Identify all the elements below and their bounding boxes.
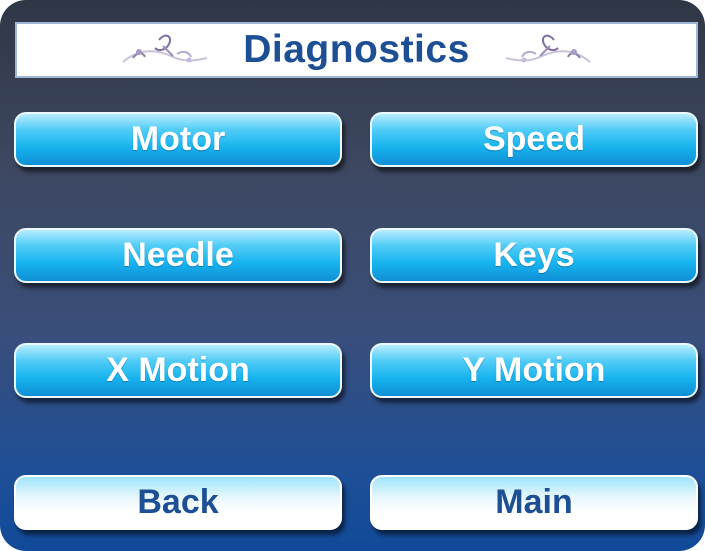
main-button[interactable]: Main	[370, 475, 698, 530]
y-motion-button-label: Y Motion	[462, 351, 606, 389]
page-title: Diagnostics	[243, 28, 470, 71]
needle-button-label: Needle	[122, 236, 234, 274]
y-motion-button[interactable]: Y Motion	[370, 343, 698, 398]
main-button-label: Main	[495, 483, 573, 521]
back-button[interactable]: Back	[14, 475, 342, 530]
floral-ornament-icon	[505, 34, 591, 63]
motor-button-label: Motor	[130, 120, 226, 158]
motor-button[interactable]: Motor	[14, 112, 342, 167]
title-bar: Diagnostics	[15, 22, 698, 78]
needle-button[interactable]: Needle	[14, 228, 342, 283]
diagnostics-screen: Diagnostics Motor Speed Needle Keys X Mo…	[0, 0, 705, 551]
floral-ornament-icon	[122, 34, 208, 63]
keys-button-label: Keys	[493, 236, 575, 274]
speed-button[interactable]: Speed	[370, 112, 698, 167]
x-motion-button-label: X Motion	[106, 351, 250, 389]
speed-button-label: Speed	[482, 120, 586, 158]
keys-button[interactable]: Keys	[370, 228, 698, 283]
x-motion-button[interactable]: X Motion	[14, 343, 342, 398]
back-button-label: Back	[137, 483, 219, 521]
